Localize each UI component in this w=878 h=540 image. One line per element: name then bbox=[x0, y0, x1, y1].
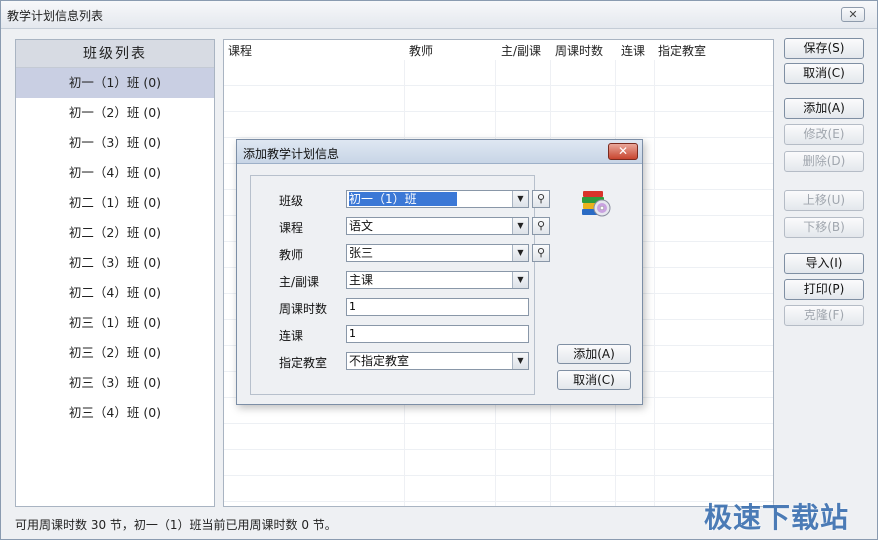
consecutive-input[interactable]: 1 bbox=[346, 325, 529, 343]
edit-button[interactable]: 修改(E) bbox=[784, 124, 864, 145]
status-text: 可用周课时数 30 节，初一（1）班当前已用周课时数 0 节。 bbox=[15, 518, 337, 532]
print-button[interactable]: 打印(P) bbox=[784, 279, 864, 300]
dialog-title: 添加教学计划信息 bbox=[243, 147, 340, 161]
class-list-panel: 班级列表 初一（1）班 (0) 初一（2）班 (0) 初一（3）班 (0) 初一… bbox=[15, 39, 215, 507]
course-search-button[interactable]: ⚲ bbox=[532, 217, 550, 235]
clone-button[interactable]: 克隆(F) bbox=[784, 305, 864, 326]
grid-header: 课程 教师 主/副课 周课时数 连课 指定教室 bbox=[224, 40, 773, 60]
watermark-logo: 极速下载站 bbox=[704, 501, 850, 534]
class-list-item[interactable]: 初一（1）班 (0) bbox=[16, 68, 214, 98]
title-bar: 教学计划信息列表 ✕ bbox=[1, 1, 877, 29]
column-header-hours[interactable]: 周课时数 bbox=[555, 42, 603, 59]
room-select-value: 不指定教室 bbox=[349, 354, 410, 368]
room-label: 指定教室 bbox=[279, 356, 328, 370]
column-header-type[interactable]: 主/副课 bbox=[501, 42, 541, 59]
hours-input[interactable]: 1 bbox=[346, 298, 529, 316]
close-icon: ✕ bbox=[848, 8, 858, 21]
dialog-close-button[interactable]: ✕ bbox=[608, 143, 638, 160]
add-plan-dialog: 添加教学计划信息 ✕ 班级 初一（1）班 ▼ ⚲ 课程 语文 ▼ ⚲ 教师 张三… bbox=[236, 139, 643, 405]
column-header-teacher[interactable]: 教师 bbox=[409, 42, 433, 59]
class-label: 班级 bbox=[279, 194, 304, 208]
books-cd-icon bbox=[582, 191, 611, 217]
class-select-value: 初一（1）班 bbox=[349, 192, 457, 206]
class-list-item[interactable]: 初一（4）班 (0) bbox=[16, 158, 214, 188]
course-select-value: 语文 bbox=[349, 219, 374, 233]
chevron-down-icon[interactable]: ▼ bbox=[512, 272, 528, 288]
teacher-search-button[interactable]: ⚲ bbox=[532, 244, 550, 262]
teacher-select[interactable]: 张三 ▼ bbox=[346, 244, 529, 262]
move-down-button[interactable]: 下移(B) bbox=[784, 217, 864, 238]
class-list-header: 班级列表 bbox=[16, 40, 214, 68]
teacher-label: 教师 bbox=[279, 248, 304, 262]
main-window: 教学计划信息列表 ✕ 班级列表 初一（1）班 (0) 初一（2）班 (0) 初一… bbox=[0, 0, 878, 540]
class-list-item[interactable]: 初三（1）班 (0) bbox=[16, 308, 214, 338]
chevron-down-icon[interactable]: ▼ bbox=[512, 245, 528, 261]
room-select[interactable]: 不指定教室 ▼ bbox=[346, 352, 529, 370]
window-close-button[interactable]: ✕ bbox=[841, 7, 865, 22]
class-search-button[interactable]: ⚲ bbox=[532, 190, 550, 208]
course-label: 课程 bbox=[279, 221, 304, 235]
class-list-item[interactable]: 初一（3）班 (0) bbox=[16, 128, 214, 158]
class-list-item[interactable]: 初三（2）班 (0) bbox=[16, 338, 214, 368]
course-select[interactable]: 语文 ▼ bbox=[346, 217, 529, 235]
chevron-down-icon[interactable]: ▼ bbox=[512, 353, 528, 369]
type-label: 主/副课 bbox=[279, 275, 320, 289]
add-button[interactable]: 添加(A) bbox=[784, 98, 864, 119]
search-icon: ⚲ bbox=[536, 219, 546, 232]
dialog-cancel-button[interactable]: 取消(C) bbox=[557, 370, 631, 390]
chevron-down-icon[interactable]: ▼ bbox=[512, 218, 528, 234]
chevron-down-icon[interactable]: ▼ bbox=[512, 191, 528, 207]
column-header-consecutive[interactable]: 连课 bbox=[621, 42, 645, 59]
dialog-title-bar: 添加教学计划信息 ✕ bbox=[237, 140, 642, 164]
class-list-item[interactable]: 初二（1）班 (0) bbox=[16, 188, 214, 218]
class-list-item[interactable]: 初二（2）班 (0) bbox=[16, 218, 214, 248]
window-title: 教学计划信息列表 bbox=[7, 9, 104, 23]
type-select-value: 主课 bbox=[349, 273, 374, 287]
class-list-item[interactable]: 初三（4）班 (0) bbox=[16, 398, 214, 428]
hours-label: 周课时数 bbox=[279, 302, 328, 316]
cancel-button[interactable]: 取消(C) bbox=[784, 63, 864, 84]
import-button[interactable]: 导入(I) bbox=[784, 253, 864, 274]
consecutive-label: 连课 bbox=[279, 329, 304, 343]
grid-divider bbox=[654, 60, 655, 506]
class-list-item[interactable]: 初二（4）班 (0) bbox=[16, 278, 214, 308]
column-header-room[interactable]: 指定教室 bbox=[658, 42, 706, 59]
dialog-form-frame: 班级 初一（1）班 ▼ ⚲ 课程 语文 ▼ ⚲ 教师 张三 ▼ ⚲ 主/副课 主… bbox=[250, 175, 550, 395]
class-list-item[interactable]: 初二（3）班 (0) bbox=[16, 248, 214, 278]
column-header-course[interactable]: 课程 bbox=[228, 42, 252, 59]
save-button[interactable]: 保存(S) bbox=[784, 38, 864, 59]
dialog-add-button[interactable]: 添加(A) bbox=[557, 344, 631, 364]
delete-button[interactable]: 删除(D) bbox=[784, 151, 864, 172]
search-icon: ⚲ bbox=[536, 246, 546, 259]
type-select[interactable]: 主课 ▼ bbox=[346, 271, 529, 289]
move-up-button[interactable]: 上移(U) bbox=[784, 190, 864, 211]
search-icon: ⚲ bbox=[536, 192, 546, 205]
close-icon: ✕ bbox=[617, 144, 629, 158]
class-list-item[interactable]: 初三（3）班 (0) bbox=[16, 368, 214, 398]
teacher-select-value: 张三 bbox=[349, 246, 374, 260]
class-list-item[interactable]: 初一（2）班 (0) bbox=[16, 98, 214, 128]
class-select[interactable]: 初一（1）班 ▼ bbox=[346, 190, 529, 208]
